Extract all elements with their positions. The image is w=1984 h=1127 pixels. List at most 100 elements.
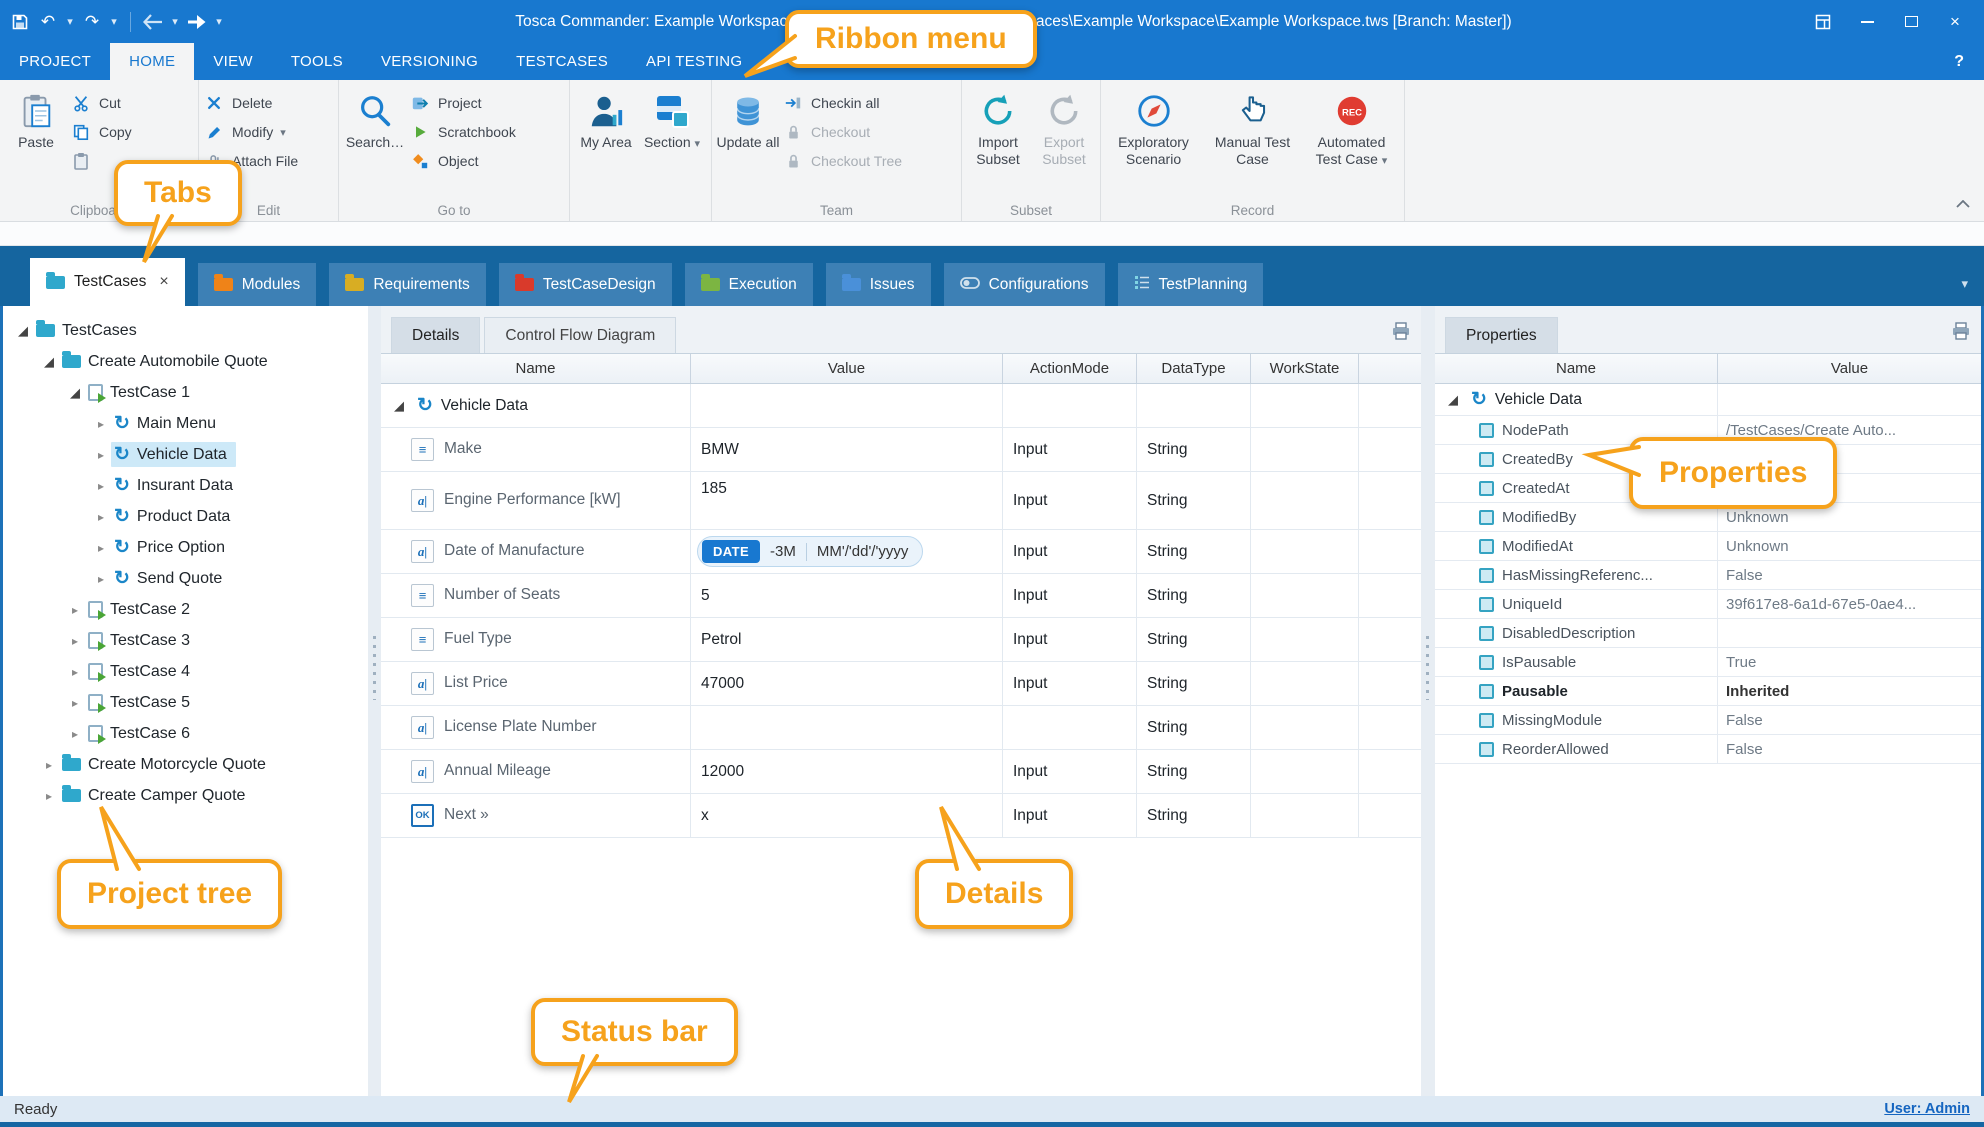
doc-tab-configurations[interactable]: Configurations: [944, 263, 1105, 306]
goto-scratchbook-button[interactable]: Scratchbook: [409, 121, 516, 143]
expander-icon[interactable]: ▸: [65, 603, 85, 617]
detail-row-fuel-type[interactable]: ≡Fuel Type Petrol Input String: [381, 618, 1421, 662]
tree-item-create-motorcycle-quote[interactable]: ▸ Create Motorcycle Quote: [3, 749, 368, 780]
expander-icon[interactable]: ▸: [91, 448, 111, 462]
back-icon[interactable]: [141, 8, 165, 36]
maximize-icon[interactable]: [1890, 7, 1932, 37]
expander-icon[interactable]: ◢: [13, 323, 33, 339]
doc-tab-issues[interactable]: Issues: [826, 263, 931, 306]
delete-button[interactable]: Delete: [203, 92, 298, 114]
expander-icon[interactable]: ▸: [65, 727, 85, 741]
close-icon[interactable]: ×: [159, 273, 168, 291]
manual-test-case-button[interactable]: Manual Test Case: [1204, 85, 1301, 167]
undo-dropdown-icon[interactable]: ▾: [64, 8, 76, 36]
section-button[interactable]: Section ▾: [640, 85, 704, 151]
tree-item-testcase-4[interactable]: ▸ TestCase 4: [3, 656, 368, 687]
doc-tab-testplanning[interactable]: TestPlanning: [1118, 263, 1264, 306]
goto-object-button[interactable]: Object: [409, 150, 516, 172]
property-row-hasmissingreferences[interactable]: HasMissingReferenc... False: [1435, 561, 1981, 590]
doc-tab-modules[interactable]: Modules: [198, 263, 317, 306]
property-row-uniqueid[interactable]: UniqueId 39f617e8-6a1d-67e5-0ae4...: [1435, 590, 1981, 619]
tree-item-vehicle-data[interactable]: ▸ ↻Vehicle Data: [3, 439, 368, 470]
status-user-link[interactable]: User: Admin: [1884, 1101, 1970, 1117]
property-row-reorderallowed[interactable]: ReorderAllowed False: [1435, 735, 1981, 764]
import-subset-button[interactable]: Import Subset: [966, 85, 1030, 167]
exploratory-scenario-button[interactable]: Exploratory Scenario: [1105, 85, 1202, 167]
paste-button[interactable]: Paste: [4, 85, 68, 151]
tree-item-create-camper-quote[interactable]: ▸ Create Camper Quote: [3, 780, 368, 811]
expander-icon[interactable]: ▸: [91, 572, 111, 586]
redo-icon[interactable]: ↷: [80, 8, 104, 36]
print-icon[interactable]: [1951, 322, 1971, 345]
automated-test-case-button[interactable]: REC Automated Test Case ▾: [1303, 85, 1400, 167]
detail-row-engine-performance[interactable]: a|Engine Performance [kW] 185 Input Stri…: [381, 472, 1421, 530]
doc-tab-execution[interactable]: Execution: [685, 263, 813, 306]
expander-icon[interactable]: ▸: [65, 634, 85, 648]
detail-row-number-of-seats[interactable]: ≡Number of Seats 5 Input String: [381, 574, 1421, 618]
close-icon[interactable]: ×: [1934, 7, 1976, 37]
detail-row-annual-mileage[interactable]: a|Annual Mileage 12000 Input String: [381, 750, 1421, 794]
checkout-tree-button[interactable]: Checkout Tree: [782, 150, 902, 172]
ribbon-tab-home[interactable]: HOME: [110, 43, 194, 80]
tree-item-product-data[interactable]: ▸ ↻Product Data: [3, 501, 368, 532]
tree-item-main-menu[interactable]: ▸ ↻Main Menu: [3, 408, 368, 439]
tree-item-price-option[interactable]: ▸ ↻Price Option: [3, 532, 368, 563]
ribbon-tab-project[interactable]: PROJECT: [0, 43, 110, 80]
ribbon-tab-view[interactable]: VIEW: [194, 43, 272, 80]
expander-icon[interactable]: ▸: [65, 696, 85, 710]
tree-item-send-quote[interactable]: ▸ ↻Send Quote: [3, 563, 368, 594]
details-group-row[interactable]: ◢ ↻ Vehicle Data: [381, 384, 1421, 428]
expander-icon[interactable]: ◢: [1443, 392, 1463, 408]
checkin-all-button[interactable]: Checkin all: [782, 92, 902, 114]
splitter-left[interactable]: [368, 306, 381, 1096]
property-row-pausable[interactable]: Pausable Inherited: [1435, 677, 1981, 706]
export-subset-button[interactable]: Export Subset: [1032, 85, 1096, 167]
expander-icon[interactable]: ▸: [91, 510, 111, 524]
redo-dropdown-icon[interactable]: ▾: [108, 8, 120, 36]
ribbon-tab-tools[interactable]: TOOLS: [272, 43, 362, 80]
update-all-button[interactable]: Update all: [716, 85, 780, 151]
expander-icon[interactable]: ▸: [91, 417, 111, 431]
minimize-icon[interactable]: [1846, 7, 1888, 37]
property-row-modifiedat[interactable]: ModifiedAt Unknown: [1435, 532, 1981, 561]
properties-group-row[interactable]: ◢ ↻ Vehicle Data: [1435, 384, 1981, 416]
tab-details[interactable]: Details: [391, 317, 480, 353]
detail-row-next[interactable]: OKNext » x Input String: [381, 794, 1421, 838]
property-row-ispausable[interactable]: IsPausable True: [1435, 648, 1981, 677]
ribbon-tab-testcases[interactable]: TESTCASES: [497, 43, 627, 80]
tree-item-create-automobile-quote[interactable]: ◢ Create Automobile Quote: [3, 346, 368, 377]
expander-icon[interactable]: ◢: [39, 354, 59, 370]
my-area-button[interactable]: My Area: [574, 85, 638, 151]
splitter-right[interactable]: [1421, 306, 1435, 1096]
tree-item-testcases[interactable]: ◢ TestCases: [3, 315, 368, 346]
tree-item-testcase-2[interactable]: ▸ TestCase 2: [3, 594, 368, 625]
back-dropdown-icon[interactable]: ▾: [169, 8, 181, 36]
tree-item-testcase-6[interactable]: ▸ TestCase 6: [3, 718, 368, 749]
forward-icon[interactable]: [185, 8, 209, 36]
tab-properties[interactable]: Properties: [1445, 317, 1558, 353]
copy-button[interactable]: Copy: [70, 121, 132, 143]
tab-control-flow-diagram[interactable]: Control Flow Diagram: [484, 317, 676, 353]
ribbon-tab-versioning[interactable]: VERSIONING: [362, 43, 497, 80]
tree-item-testcase-3[interactable]: ▸ TestCase 3: [3, 625, 368, 656]
tree-item-insurant-data[interactable]: ▸ ↻Insurant Data: [3, 470, 368, 501]
collapse-ribbon-icon[interactable]: [1956, 195, 1970, 213]
undo-icon[interactable]: ↶: [36, 8, 60, 36]
expander-icon[interactable]: ◢: [389, 398, 409, 414]
date-widget[interactable]: DATE -3M MM'/'dd'/'yyyy: [697, 536, 923, 567]
doc-tab-requirements[interactable]: Requirements: [329, 263, 486, 306]
doc-tab-testcasedesign[interactable]: TestCaseDesign: [499, 263, 672, 306]
layout-icon[interactable]: [1802, 7, 1844, 37]
detail-row-license-plate-number[interactable]: a|License Plate Number String: [381, 706, 1421, 750]
expander-icon[interactable]: ▸: [91, 479, 111, 493]
search-button[interactable]: Search…: [343, 85, 407, 151]
date-button[interactable]: DATE: [702, 540, 760, 563]
goto-project-button[interactable]: Project: [409, 92, 516, 114]
property-row-missingmodule[interactable]: MissingModule False: [1435, 706, 1981, 735]
forward-dropdown-icon[interactable]: ▾: [213, 8, 225, 36]
help-icon[interactable]: ?: [1934, 43, 1984, 80]
expander-icon[interactable]: ▸: [91, 541, 111, 555]
expander-icon[interactable]: ◢: [65, 385, 85, 401]
detail-row-make[interactable]: ≡Make BMW Input String: [381, 428, 1421, 472]
tab-list-dropdown-icon[interactable]: ▾: [1961, 276, 1968, 292]
